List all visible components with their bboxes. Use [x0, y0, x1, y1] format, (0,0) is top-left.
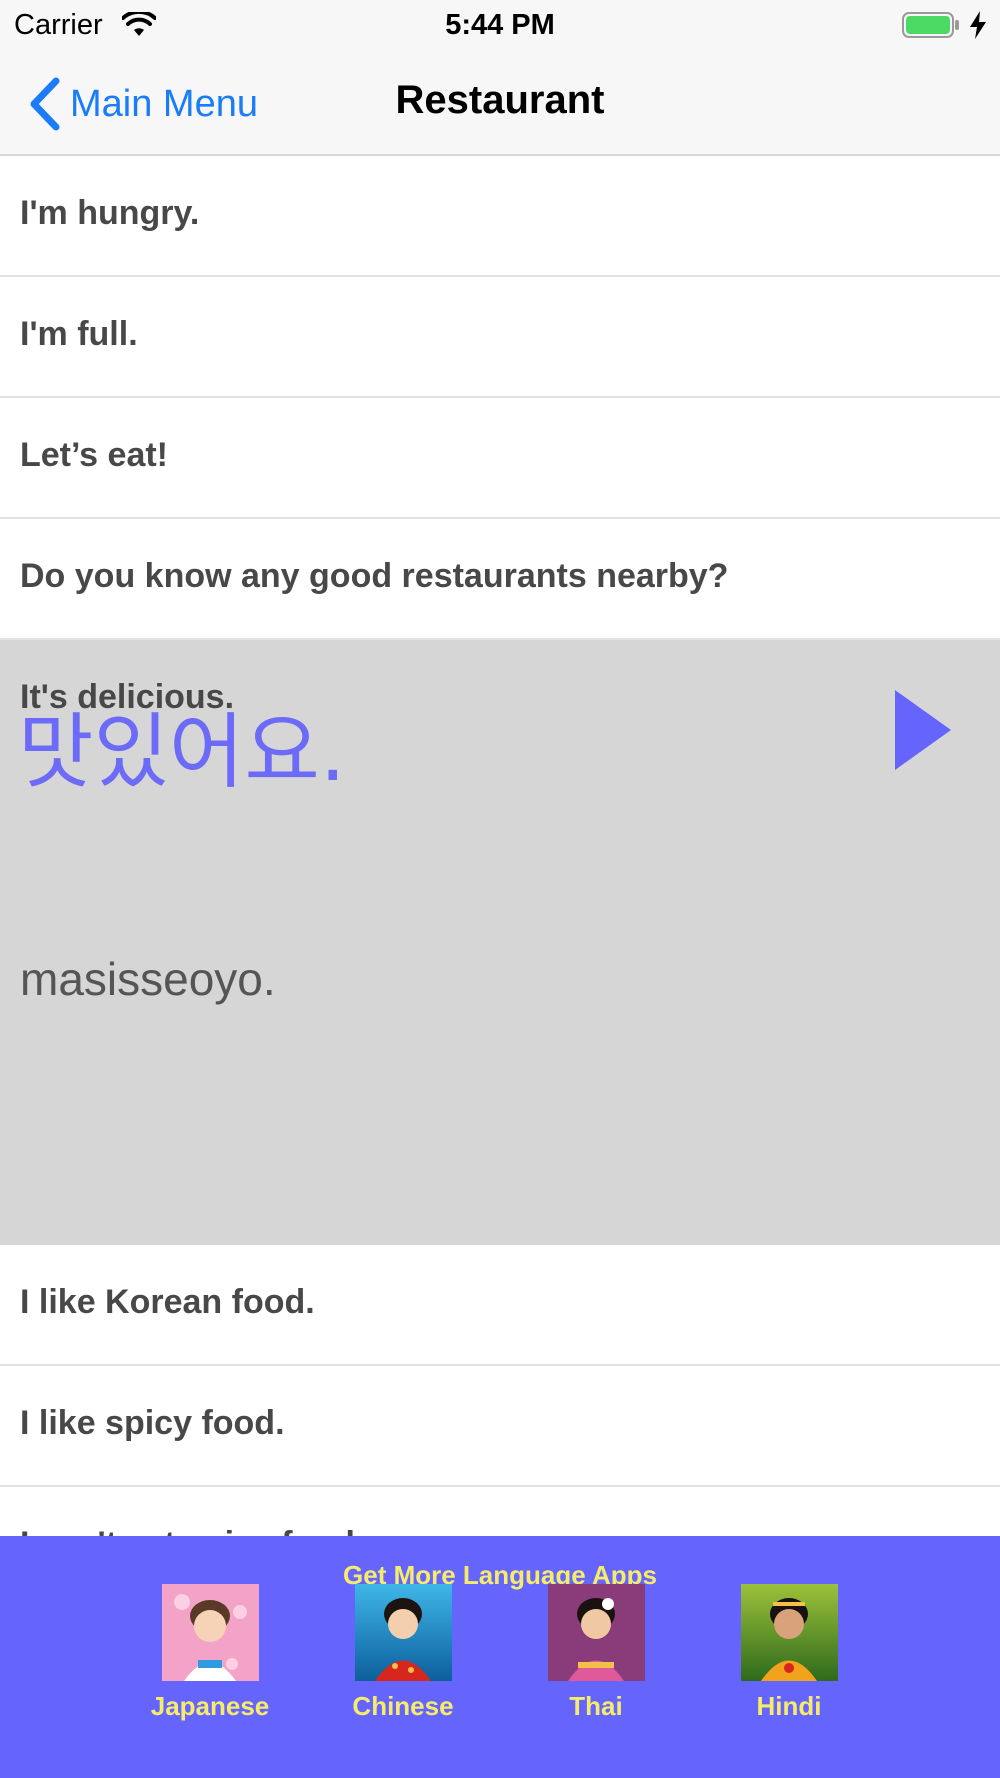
- phrase-label: I like Korean food.: [20, 1283, 315, 1321]
- status-time: 5:44 PM: [445, 9, 555, 41]
- japanese-avatar-icon: [161, 1584, 259, 1681]
- phrase-label: Do you know any good restaurants nearby?: [20, 557, 729, 595]
- status-bar: Carrier 5:44 PM: [0, 0, 1000, 52]
- app-label: Hindi: [756, 1691, 822, 1721]
- app-label: Chinese: [352, 1691, 454, 1721]
- app-link-thai[interactable]: Thai: [521, 1584, 671, 1722]
- romanization: masisseoyo.: [20, 953, 276, 1005]
- phrase-label: Let’s eat!: [20, 436, 169, 474]
- phrase-label: I like spicy food.: [20, 1404, 285, 1442]
- phrase-row[interactable]: I'm hungry.: [0, 156, 1000, 277]
- navigation-bar: Main Menu Restaurant: [0, 52, 1000, 156]
- hindi-avatar-icon: [740, 1584, 838, 1681]
- phrase-label: I'm hungry.: [20, 194, 200, 232]
- phrase-row[interactable]: Do you know any good restaurants nearby?: [0, 519, 1000, 640]
- korean-translation: 맛있어요.: [18, 705, 346, 800]
- app-link-japanese[interactable]: Japanese: [135, 1584, 285, 1722]
- page-title: Restaurant: [395, 78, 605, 122]
- phrase-row[interactable]: I like spicy food.: [0, 1366, 1000, 1487]
- app-label: Thai: [569, 1691, 623, 1721]
- app-link-chinese[interactable]: Chinese: [328, 1584, 478, 1722]
- app-link-hindi[interactable]: Hindi: [714, 1584, 864, 1722]
- bolt-icon: [970, 11, 986, 39]
- phrase-label: I'm full.: [20, 315, 138, 353]
- app-label: Japanese: [150, 1691, 270, 1721]
- promo-banner: Get More Language Apps Japanese Chinese: [0, 1536, 1000, 1778]
- play-icon[interactable]: [893, 688, 953, 772]
- chinese-avatar-icon: [354, 1584, 452, 1681]
- phrase-row[interactable]: I'm full.: [0, 277, 1000, 398]
- phrase-row[interactable]: Let’s eat!: [0, 398, 1000, 519]
- phrase-row[interactable]: I like Korean food.: [0, 1245, 1000, 1366]
- battery-icon: [902, 12, 959, 38]
- thai-avatar-icon: [547, 1584, 645, 1681]
- phrase-list: I'm hungry. I'm full. Let’s eat! Do you …: [0, 156, 1000, 1608]
